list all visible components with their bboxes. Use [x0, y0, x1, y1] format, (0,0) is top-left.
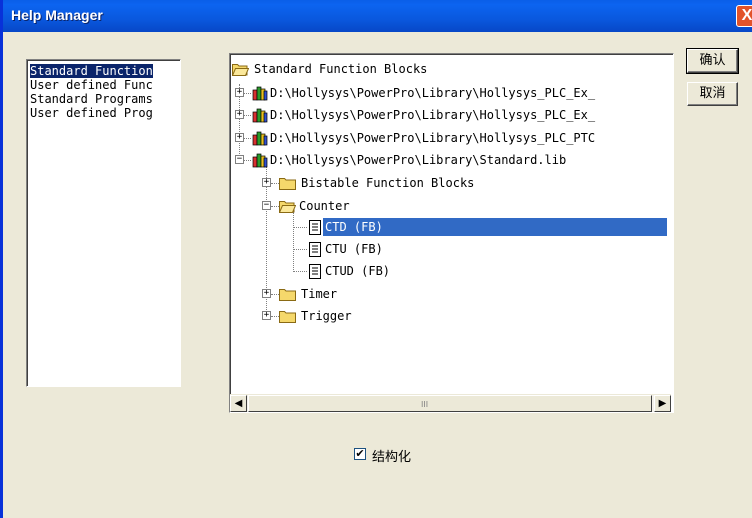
tree-connector — [293, 249, 307, 250]
function-tree[interactable]: Standard Function Blocks + D:\Hollysys\P… — [229, 53, 674, 413]
open-folder-icon — [279, 201, 296, 213]
item-label: CTU (FB) — [325, 242, 383, 256]
tree-connector — [293, 212, 294, 272]
folder-icon — [279, 311, 296, 323]
expand-plus-icon[interactable]: + — [262, 289, 271, 298]
arrow-left-icon: ◀ — [234, 398, 243, 409]
window-title: Help Manager — [11, 7, 103, 23]
expand-plus-icon[interactable]: + — [235, 133, 244, 142]
collapse-minus-icon[interactable]: − — [235, 155, 244, 164]
expand-plus-icon[interactable]: + — [235, 110, 244, 119]
tree-item-ctd[interactable]: CTD (FB) — [307, 218, 671, 236]
horizontal-scrollbar[interactable]: ◀ III ▶ — [230, 394, 671, 412]
expand-plus-icon[interactable]: + — [235, 88, 244, 97]
category-listbox[interactable]: Standard Function User defined Func Stan… — [26, 59, 181, 387]
folder-label: Trigger — [301, 309, 352, 323]
item-label: CTUD (FB) — [325, 264, 391, 278]
document-icon — [309, 242, 321, 257]
library-books-icon — [252, 153, 268, 168]
structured-checkbox[interactable]: ✔ — [354, 448, 366, 460]
help-manager-window: Help Manager X Standard Function User de… — [0, 0, 752, 518]
tree-node-library-standard[interactable]: − D:\Hollysys\PowerPro\Library\Standard.… — [232, 151, 672, 169]
folder-label: Bistable Function Blocks — [301, 176, 475, 190]
library-path-label: D:\Hollysys\PowerPro\Library\Hollysys_PL… — [270, 108, 596, 122]
tree-node-library[interactable]: + D:\Hollysys\PowerPro\Library\Hollysys_… — [232, 129, 672, 147]
list-item-standard-function[interactable]: Standard Function — [29, 63, 154, 79]
scroll-left-button[interactable]: ◀ — [230, 395, 247, 412]
tree-node-timer[interactable]: + Timer — [259, 285, 559, 303]
folder-label: Counter — [299, 199, 350, 213]
cancel-button[interactable]: 取消 — [687, 82, 738, 106]
tree-connector — [293, 227, 307, 228]
folder-icon — [279, 178, 296, 190]
tree-item-ctu[interactable]: CTU (FB) — [307, 240, 607, 258]
library-path-label: D:\Hollysys\PowerPro\Library\Standard.li… — [270, 153, 567, 167]
list-item-user-defined-function[interactable]: User defined Func — [30, 78, 153, 92]
structured-label: 结构化 — [372, 450, 412, 465]
folder-icon — [279, 289, 296, 301]
arrow-right-icon: ▶ — [658, 398, 667, 409]
scroll-thumb[interactable]: III — [248, 395, 652, 412]
item-label-selected: CTD (FB) — [323, 218, 667, 236]
tree-node-root[interactable]: Standard Function Blocks — [232, 60, 662, 78]
library-books-icon — [252, 131, 268, 146]
library-books-icon — [252, 108, 268, 123]
document-icon — [309, 264, 321, 279]
title-bar[interactable]: Help Manager X — [3, 0, 752, 32]
grip-icon: III — [421, 400, 429, 409]
collapse-minus-icon[interactable]: − — [262, 201, 271, 210]
library-path-label: D:\Hollysys\PowerPro\Library\Hollysys_PL… — [270, 131, 596, 145]
tree-root-label: Standard Function Blocks — [254, 62, 428, 76]
library-path-label: D:\Hollysys\PowerPro\Library\Hollysys_PL… — [270, 86, 596, 100]
scroll-right-button[interactable]: ▶ — [654, 395, 671, 412]
tree-node-library[interactable]: + D:\Hollysys\PowerPro\Library\Hollysys_… — [232, 84, 672, 102]
open-folder-icon — [232, 64, 249, 76]
tree-item-ctud[interactable]: CTUD (FB) — [307, 262, 607, 280]
tree-node-trigger[interactable]: + Trigger — [259, 307, 559, 325]
tree-node-bistable[interactable]: + Bistable Function Blocks — [259, 174, 659, 192]
expand-plus-icon[interactable]: + — [262, 311, 271, 320]
ok-button[interactable]: 确认 — [686, 48, 739, 74]
folder-label: Timer — [301, 287, 338, 301]
tree-connector — [293, 271, 307, 272]
close-button[interactable]: X — [736, 5, 752, 27]
expand-plus-icon[interactable]: + — [262, 178, 271, 187]
tree-node-library[interactable]: + D:\Hollysys\PowerPro\Library\Hollysys_… — [232, 106, 672, 124]
list-item-standard-programs[interactable]: Standard Programs — [30, 92, 153, 106]
tree-node-counter[interactable]: − Counter — [259, 197, 659, 215]
close-icon: X — [741, 7, 752, 24]
library-books-icon — [252, 86, 268, 101]
checkmark-icon: ✔ — [355, 447, 365, 460]
document-icon — [309, 220, 321, 235]
list-item-user-defined-programs[interactable]: User defined Prog — [30, 106, 153, 120]
